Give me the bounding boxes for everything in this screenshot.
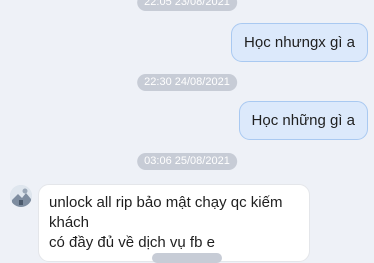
outgoing-message-2[interactable]: Học những gì a [238,101,368,140]
timestamp-3: 03:06 25/08/2021 [137,153,237,170]
next-timestamp [152,253,222,263]
avatar-icon[interactable] [10,185,32,207]
incoming-message-line: có đầy đủ về dịch vụ fb e [49,234,215,251]
timestamp-2: 22:30 24/08/2021 [137,74,237,91]
timestamp-1: 22:05 23/08/2021 [137,0,237,11]
outgoing-message-1[interactable]: Học nhưngx gì a [231,23,368,62]
incoming-message[interactable]: unlock all rip bảo mật chạy qc kiếm khác… [38,184,310,262]
outgoing-message-text: Học những gì a [251,112,355,129]
outgoing-message-text: Học nhưngx gì a [244,34,355,51]
incoming-message-line: unlock all rip bảo mật chạy qc kiếm khác… [49,194,283,231]
